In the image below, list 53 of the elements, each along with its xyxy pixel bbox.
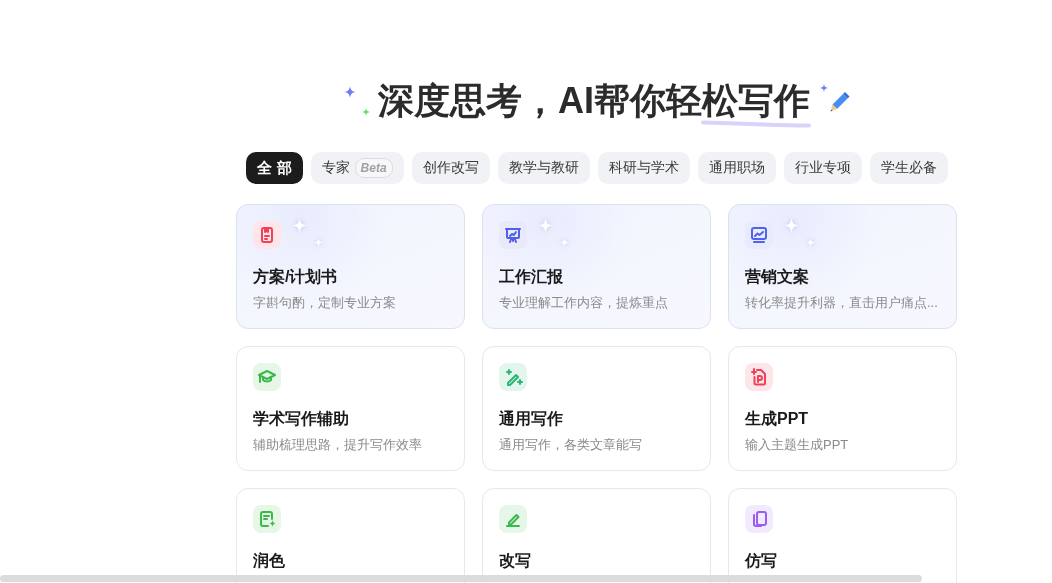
- template-card[interactable]: 营销文案 转化率提升利器，直击用户痛点...: [728, 204, 957, 329]
- pencil-icon: [499, 505, 527, 533]
- card-title: 通用写作: [499, 409, 563, 429]
- card-description: 通用写作，各类文章能写: [499, 436, 642, 454]
- card-description: 输入主题生成PPT: [745, 436, 849, 454]
- sparkle-icon: [292, 218, 307, 233]
- template-card[interactable]: 通用写作 通用写作，各类文章能写: [482, 346, 711, 471]
- template-card[interactable]: 仿写: [728, 488, 957, 583]
- template-card[interactable]: 工作汇报 专业理解工作内容，提炼重点: [482, 204, 711, 329]
- card-description: 辅助梳理思路，提升写作效率: [253, 436, 422, 454]
- template-card[interactable]: 学术写作辅助 辅助梳理思路，提升写作效率: [236, 346, 465, 471]
- template-card[interactable]: 润色: [236, 488, 465, 583]
- file-plus-icon: [745, 363, 773, 391]
- graduation-cap-icon: [253, 363, 281, 391]
- card-description: 专业理解工作内容，提炼重点: [499, 294, 668, 312]
- sparkle-icon: [560, 238, 569, 247]
- sparkle-icon: [362, 108, 370, 116]
- category-tab[interactable]: 专家 Beta: [310, 152, 404, 184]
- presentation-board-icon: [499, 221, 527, 249]
- category-tab[interactable]: 全 部: [246, 152, 303, 184]
- sparkle-icon: [784, 218, 799, 233]
- category-tab[interactable]: 创作改写: [411, 152, 490, 184]
- document-sparkle-icon: [253, 505, 281, 533]
- category-tab[interactable]: 通用职场: [697, 152, 776, 184]
- copy-icon: [745, 505, 773, 533]
- template-card[interactable]: 改写: [482, 488, 711, 583]
- category-tab[interactable]: 科研与学术: [597, 152, 690, 184]
- sparkle-icon: [314, 238, 323, 247]
- horizontal-scrollbar[interactable]: [0, 575, 922, 582]
- card-title: 方案/计划书: [253, 267, 338, 287]
- card-description: 转化率提升利器，直击用户痛点...: [745, 294, 938, 312]
- sparkle-icon: [820, 84, 828, 92]
- category-tab[interactable]: 行业专项: [783, 152, 862, 184]
- category-tab[interactable]: 学生必备: [869, 152, 948, 184]
- category-tab[interactable]: 教学与教研: [497, 152, 590, 184]
- sparkle-icon: [538, 218, 553, 233]
- template-card[interactable]: 生成PPT 输入主题生成PPT: [728, 346, 957, 471]
- pen-sparkle-icon: [499, 363, 527, 391]
- beta-badge: Beta: [354, 158, 393, 178]
- card-title: 改写: [499, 551, 531, 571]
- sparkle-icon: [344, 86, 356, 98]
- card-title: 学术写作辅助: [253, 409, 349, 429]
- template-card[interactable]: 方案/计划书 字斟句酌，定制专业方案: [236, 204, 465, 329]
- card-title: 营销文案: [745, 267, 809, 287]
- pencil-icon: [828, 90, 850, 114]
- card-description: 字斟句酌，定制专业方案: [253, 294, 396, 312]
- card-title: 润色: [253, 551, 285, 571]
- card-title: 生成PPT: [745, 409, 809, 429]
- page-title: 深度思考，AI帮你轻松写作: [378, 82, 810, 120]
- card-title: 仿写: [745, 551, 777, 571]
- document-icon: [253, 221, 281, 249]
- sparkle-icon: [806, 238, 815, 247]
- card-title: 工作汇报: [499, 267, 563, 287]
